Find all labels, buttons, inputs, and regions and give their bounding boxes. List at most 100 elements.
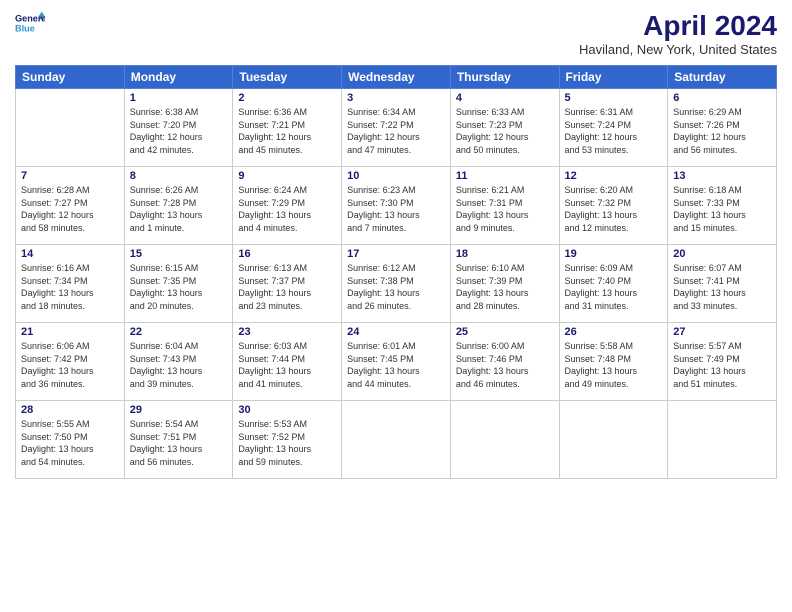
day-info: Sunrise: 6:29 AM Sunset: 7:26 PM Dayligh… <box>673 106 771 156</box>
day-cell: 1 Sunrise: 6:38 AM Sunset: 7:20 PM Daylig… <box>124 89 233 167</box>
day-cell <box>450 401 559 479</box>
day-info: Sunrise: 6:15 AM Sunset: 7:35 PM Dayligh… <box>130 262 228 312</box>
day-cell: 27 Sunrise: 5:57 AM Sunset: 7:49 PM Dayli… <box>668 323 777 401</box>
day-cell: 18 Sunrise: 6:10 AM Sunset: 7:39 PM Dayli… <box>450 245 559 323</box>
title-block: April 2024 Haviland, New York, United St… <box>579 10 777 57</box>
week-row-5: 28Sunrise: 5:55 AM Sunset: 7:50 PM Dayli… <box>16 401 777 479</box>
day-number: 12 <box>565 170 663 182</box>
day-info: Sunrise: 6:04 AM Sunset: 7:43 PM Dayligh… <box>130 340 228 390</box>
day-info: Sunrise: 6:06 AM Sunset: 7:42 PM Dayligh… <box>21 340 119 390</box>
day-number: 27 <box>673 326 771 338</box>
day-number: 4 <box>456 92 554 104</box>
day-info: Sunrise: 6:20 AM Sunset: 7:32 PM Dayligh… <box>565 184 663 234</box>
day-number: 13 <box>673 170 771 182</box>
day-number: 10 <box>347 170 445 182</box>
day-cell: 26 Sunrise: 5:58 AM Sunset: 7:48 PM Dayli… <box>559 323 668 401</box>
day-cell: 23Sunrise: 6:03 AM Sunset: 7:44 PM Dayli… <box>233 323 342 401</box>
day-number: 14 <box>21 248 119 260</box>
day-cell: 19 Sunrise: 6:09 AM Sunset: 7:40 PM Dayli… <box>559 245 668 323</box>
day-number: 22 <box>130 326 228 338</box>
day-info: Sunrise: 6:28 AM Sunset: 7:27 PM Dayligh… <box>21 184 119 234</box>
day-number: 26 <box>565 326 663 338</box>
day-info: Sunrise: 6:26 AM Sunset: 7:28 PM Dayligh… <box>130 184 228 234</box>
day-cell: 29 Sunrise: 5:54 AM Sunset: 7:51 PM Dayli… <box>124 401 233 479</box>
day-number: 28 <box>21 404 119 416</box>
day-info: Sunrise: 6:07 AM Sunset: 7:41 PM Dayligh… <box>673 262 771 312</box>
day-info: Sunrise: 6:36 AM Sunset: 7:21 PM Dayligh… <box>238 106 336 156</box>
day-cell: 7 Sunrise: 6:28 AM Sunset: 7:27 PM Daylig… <box>16 167 125 245</box>
day-cell <box>668 401 777 479</box>
day-info: Sunrise: 6:10 AM Sunset: 7:39 PM Dayligh… <box>456 262 554 312</box>
week-row-4: 21 Sunrise: 6:06 AM Sunset: 7:42 PM Dayli… <box>16 323 777 401</box>
day-cell: 10 Sunrise: 6:23 AM Sunset: 7:30 PM Dayli… <box>342 167 451 245</box>
day-info: Sunrise: 6:33 AM Sunset: 7:23 PM Dayligh… <box>456 106 554 156</box>
day-cell: 30 Sunrise: 5:53 AM Sunset: 7:52 PM Dayli… <box>233 401 342 479</box>
day-number: 20 <box>673 248 771 260</box>
day-cell: 13Sunrise: 6:18 AM Sunset: 7:33 PM Dayli… <box>668 167 777 245</box>
day-cell: 14 Sunrise: 6:16 AM Sunset: 7:34 PM Dayli… <box>16 245 125 323</box>
day-cell: 20 Sunrise: 6:07 AM Sunset: 7:41 PM Dayli… <box>668 245 777 323</box>
day-info: Sunrise: 6:38 AM Sunset: 7:20 PM Dayligh… <box>130 106 228 156</box>
day-number: 18 <box>456 248 554 260</box>
day-cell: 17 Sunrise: 6:12 AM Sunset: 7:38 PM Dayli… <box>342 245 451 323</box>
day-info: Sunrise: 5:58 AM Sunset: 7:48 PM Dayligh… <box>565 340 663 390</box>
day-cell: 2 Sunrise: 6:36 AM Sunset: 7:21 PM Daylig… <box>233 89 342 167</box>
header: General Blue April 2024 Haviland, New Yo… <box>15 10 777 57</box>
day-number: 29 <box>130 404 228 416</box>
day-number: 17 <box>347 248 445 260</box>
day-cell <box>342 401 451 479</box>
logo: General Blue <box>15 10 45 40</box>
day-number: 19 <box>565 248 663 260</box>
day-number: 8 <box>130 170 228 182</box>
day-number: 30 <box>238 404 336 416</box>
day-info: Sunrise: 6:21 AM Sunset: 7:31 PM Dayligh… <box>456 184 554 234</box>
day-info: Sunrise: 6:12 AM Sunset: 7:38 PM Dayligh… <box>347 262 445 312</box>
day-number: 7 <box>21 170 119 182</box>
svg-text:Blue: Blue <box>15 24 35 34</box>
week-row-2: 7 Sunrise: 6:28 AM Sunset: 7:27 PM Daylig… <box>16 167 777 245</box>
day-info: Sunrise: 5:54 AM Sunset: 7:51 PM Dayligh… <box>130 418 228 468</box>
day-cell: 3 Sunrise: 6:34 AM Sunset: 7:22 PM Daylig… <box>342 89 451 167</box>
day-info: Sunrise: 6:24 AM Sunset: 7:29 PM Dayligh… <box>238 184 336 234</box>
day-number: 1 <box>130 92 228 104</box>
week-row-1: 1 Sunrise: 6:38 AM Sunset: 7:20 PM Daylig… <box>16 89 777 167</box>
subtitle: Haviland, New York, United States <box>579 42 777 57</box>
day-cell: 11 Sunrise: 6:21 AM Sunset: 7:31 PM Dayli… <box>450 167 559 245</box>
day-number: 21 <box>21 326 119 338</box>
day-number: 11 <box>456 170 554 182</box>
day-info: Sunrise: 6:00 AM Sunset: 7:46 PM Dayligh… <box>456 340 554 390</box>
day-info: Sunrise: 6:16 AM Sunset: 7:34 PM Dayligh… <box>21 262 119 312</box>
day-cell: 24Sunrise: 6:01 AM Sunset: 7:45 PM Dayli… <box>342 323 451 401</box>
day-cell <box>16 89 125 167</box>
day-number: 9 <box>238 170 336 182</box>
week-row-3: 14 Sunrise: 6:16 AM Sunset: 7:34 PM Dayli… <box>16 245 777 323</box>
day-cell: 9 Sunrise: 6:24 AM Sunset: 7:29 PM Daylig… <box>233 167 342 245</box>
day-cell: 28Sunrise: 5:55 AM Sunset: 7:50 PM Dayli… <box>16 401 125 479</box>
col-header-sunday: Sunday <box>16 66 125 89</box>
calendar-page: General Blue April 2024 Haviland, New Yo… <box>0 0 792 612</box>
col-header-friday: Friday <box>559 66 668 89</box>
day-cell: 25Sunrise: 6:00 AM Sunset: 7:46 PM Dayli… <box>450 323 559 401</box>
day-number: 6 <box>673 92 771 104</box>
day-cell: 12 Sunrise: 6:20 AM Sunset: 7:32 PM Dayli… <box>559 167 668 245</box>
day-number: 2 <box>238 92 336 104</box>
day-info: Sunrise: 6:23 AM Sunset: 7:30 PM Dayligh… <box>347 184 445 234</box>
day-number: 15 <box>130 248 228 260</box>
day-cell: 6 Sunrise: 6:29 AM Sunset: 7:26 PM Daylig… <box>668 89 777 167</box>
day-number: 3 <box>347 92 445 104</box>
day-number: 16 <box>238 248 336 260</box>
day-cell: 8 Sunrise: 6:26 AM Sunset: 7:28 PM Daylig… <box>124 167 233 245</box>
day-cell: 21 Sunrise: 6:06 AM Sunset: 7:42 PM Dayli… <box>16 323 125 401</box>
day-cell: 4 Sunrise: 6:33 AM Sunset: 7:23 PM Daylig… <box>450 89 559 167</box>
main-title: April 2024 <box>579 10 777 42</box>
col-header-tuesday: Tuesday <box>233 66 342 89</box>
day-info: Sunrise: 6:09 AM Sunset: 7:40 PM Dayligh… <box>565 262 663 312</box>
header-row: SundayMondayTuesdayWednesdayThursdayFrid… <box>16 66 777 89</box>
day-cell: 16 Sunrise: 6:13 AM Sunset: 7:37 PM Dayli… <box>233 245 342 323</box>
day-info: Sunrise: 5:53 AM Sunset: 7:52 PM Dayligh… <box>238 418 336 468</box>
calendar-table: SundayMondayTuesdayWednesdayThursdayFrid… <box>15 65 777 479</box>
day-info: Sunrise: 6:34 AM Sunset: 7:22 PM Dayligh… <box>347 106 445 156</box>
day-info: Sunrise: 6:13 AM Sunset: 7:37 PM Dayligh… <box>238 262 336 312</box>
col-header-saturday: Saturday <box>668 66 777 89</box>
day-info: Sunrise: 5:57 AM Sunset: 7:49 PM Dayligh… <box>673 340 771 390</box>
